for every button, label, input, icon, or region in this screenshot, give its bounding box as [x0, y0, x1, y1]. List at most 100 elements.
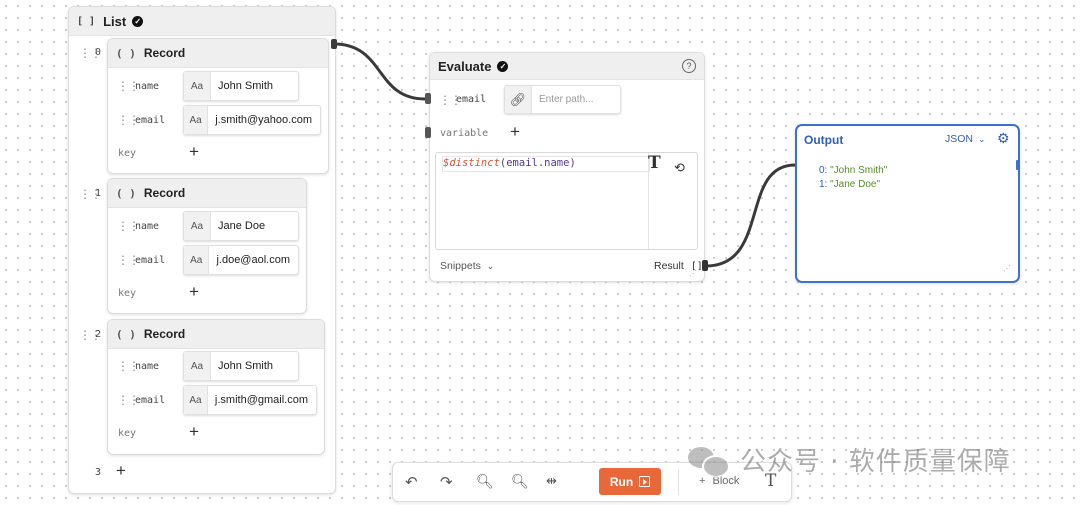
field-label-name: name — [135, 361, 160, 372]
field-label-email: email — [135, 255, 166, 266]
run-button[interactable]: Run — [599, 468, 661, 495]
path-placeholder: Enter path... — [539, 94, 594, 105]
editor-current-line — [442, 156, 650, 172]
json-line: 1: "Jane Doe" — [819, 178, 887, 192]
check-circle-icon: ✓ — [132, 15, 144, 27]
format-dropdown[interactable]: JSON ⌄ — [945, 133, 985, 145]
add-field-button[interactable]: + — [189, 283, 199, 300]
resize-grip-icon[interactable]: ⋰ — [689, 269, 697, 278]
format-label: JSON — [945, 133, 974, 145]
field-value[interactable]: John Smith — [211, 80, 281, 92]
record-title: Record — [143, 46, 186, 60]
value-field-name[interactable]: Aa John Smith — [183, 71, 299, 101]
field-label-name: name — [135, 81, 160, 92]
variable-input-port[interactable] — [425, 127, 431, 138]
chevron-down-icon: ⌄ — [977, 134, 986, 144]
check-circle-icon: ✓ — [497, 60, 509, 72]
field-label-name: name — [135, 221, 160, 232]
email-input-port[interactable] — [425, 93, 431, 104]
json-line: 0: "John Smith" — [819, 164, 887, 178]
json-value: "John Smith" — [830, 165, 888, 176]
play-icon — [639, 476, 651, 487]
new-item-index: 3 — [95, 467, 102, 478]
json-index: 1: — [819, 179, 828, 190]
add-field-button[interactable]: + — [189, 143, 199, 160]
record-header[interactable]: ( ) Record — [108, 320, 324, 349]
text-type-icon: Aa — [184, 212, 211, 240]
result-label: Result — [654, 260, 684, 272]
record-title: Record — [143, 186, 186, 200]
value-field-name[interactable]: Aa Jane Doe — [183, 211, 299, 241]
result-output-port[interactable] — [702, 260, 708, 271]
object-icon: ( ) — [116, 186, 136, 200]
json-value: "Jane Doe" — [830, 179, 881, 190]
snippets-dropdown[interactable]: Snippets ⌄ — [440, 260, 494, 272]
link-icon: 🔗︎ — [505, 86, 532, 113]
list-node-header[interactable]: [ ] List ✓ — [69, 7, 335, 36]
object-icon: ( ) — [116, 327, 136, 341]
add-list-item-button[interactable]: + — [116, 462, 126, 479]
key-input[interactable]: key — [118, 288, 136, 299]
field-value[interactable]: j.doe@aol.com — [209, 254, 298, 266]
value-field-email[interactable]: Aa j.doe@aol.com — [183, 245, 299, 275]
object-icon: ( ) — [116, 46, 136, 60]
undo-icon[interactable]: ↶ — [405, 473, 418, 491]
settings-gear-icon[interactable]: ⚙ — [997, 130, 1010, 147]
value-field-name[interactable]: Aa John Smith — [183, 351, 299, 381]
list-output-port[interactable] — [331, 39, 337, 49]
field-label-email: email — [135, 115, 166, 126]
text-type-icon: Aa — [184, 386, 208, 414]
record-header[interactable]: ( ) Record — [108, 39, 328, 68]
redo-icon[interactable]: ↷ — [440, 473, 453, 491]
connection-result-to-output — [705, 163, 796, 268]
chevron-down-icon: ⌄ — [486, 261, 495, 271]
record-index: 1 — [95, 188, 102, 199]
watermark: 公众号 · 软件质量保障 — [688, 441, 1011, 478]
value-field-email[interactable]: Aa j.smith@gmail.com — [183, 385, 317, 415]
fit-view-icon[interactable]: ⇹ — [546, 473, 557, 489]
output-title: Output — [804, 133, 844, 147]
list-title: List — [103, 13, 127, 29]
path-input[interactable]: 🔗︎ Enter path... — [504, 85, 621, 114]
connection-list-to-email — [333, 42, 426, 101]
text-type-icon: Aa — [184, 352, 211, 380]
key-input[interactable]: key — [118, 148, 136, 159]
record-title: Record — [143, 327, 186, 341]
zoom-in-icon[interactable]: 🔍︎ — [511, 473, 529, 490]
text-type-icon: Aa — [184, 106, 209, 134]
field-value[interactable]: j.smith@yahoo.com — [208, 114, 320, 126]
snippets-label: Snippets — [440, 260, 481, 272]
record-index: 2 — [95, 329, 102, 340]
json-index: 0: — [819, 165, 828, 176]
output-node[interactable]: Output JSON ⌄ ⚙ 0: "John Smith" 1: "Jane… — [795, 124, 1020, 283]
run-label: Run — [609, 474, 634, 489]
help-icon[interactable]: ? — [682, 59, 696, 73]
input-label-email: email — [456, 94, 487, 105]
add-field-button[interactable]: + — [189, 423, 199, 440]
record-index: 0 — [95, 47, 102, 58]
field-label-email: email — [135, 395, 166, 406]
array-icon: [ ] — [77, 15, 96, 27]
field-value[interactable]: John Smith — [211, 360, 281, 372]
resize-grip-icon[interactable]: ⋰ — [1003, 264, 1011, 273]
wechat-logo-icon — [688, 443, 730, 478]
key-input[interactable]: key — [118, 428, 136, 439]
record-header[interactable]: ( ) Record — [108, 179, 306, 208]
toolbar-divider — [678, 469, 679, 495]
history-icon[interactable]: ⟲ — [674, 160, 685, 176]
expression-editor[interactable]: $distinct(email.name) T ⟲ — [435, 152, 698, 250]
output-port-right[interactable] — [1016, 160, 1019, 170]
variable-label[interactable]: variable — [440, 128, 488, 139]
field-value[interactable]: j.smith@gmail.com — [208, 394, 316, 406]
zoom-out-icon[interactable]: 🔍︎ — [476, 473, 494, 490]
evaluate-title: Evaluate — [438, 58, 492, 74]
text-type-icon: Aa — [184, 246, 210, 274]
add-variable-button[interactable]: + — [510, 123, 520, 140]
evaluate-node-header[interactable]: Evaluate ✓ ? — [430, 53, 704, 80]
field-value[interactable]: Jane Doe — [211, 220, 273, 232]
watermark-text: 公众号 · 软件质量保障 — [740, 447, 1011, 477]
json-output: 0: "John Smith" 1: "Jane Doe" — [819, 164, 887, 192]
text-type-icon: Aa — [184, 72, 211, 100]
value-field-email[interactable]: Aa j.smith@yahoo.com — [183, 105, 321, 135]
text-format-icon[interactable]: T — [648, 153, 661, 173]
